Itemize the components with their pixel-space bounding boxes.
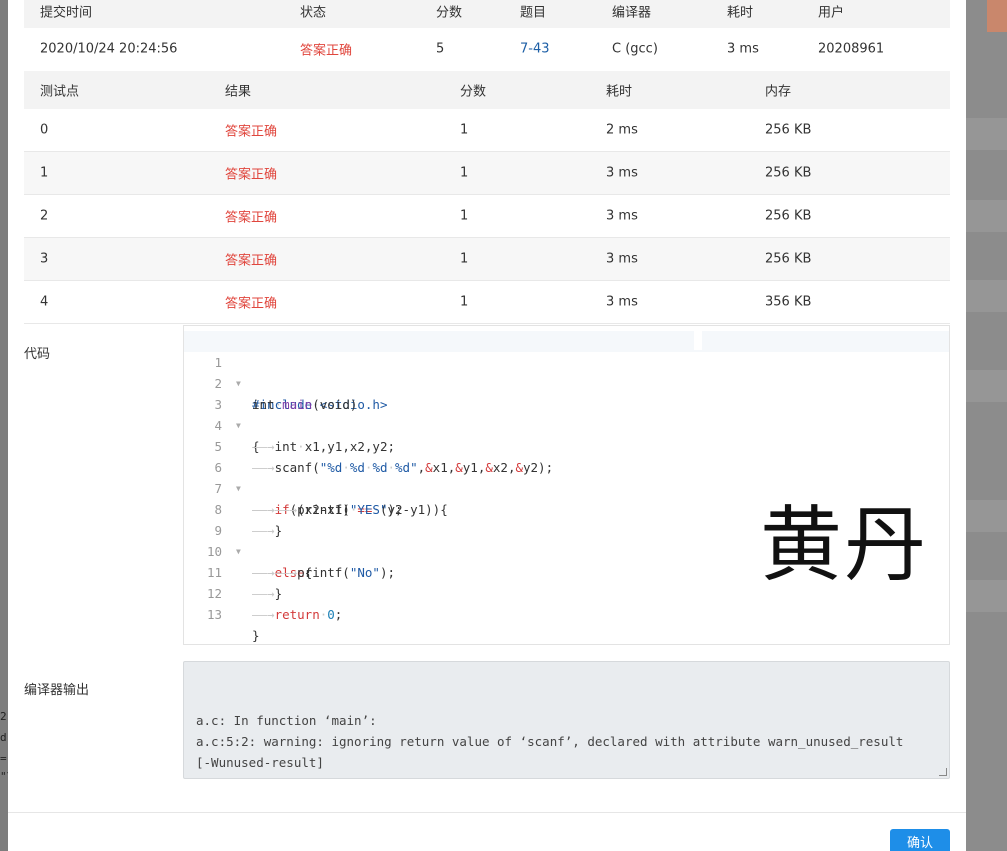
submission-score: 5 — [436, 41, 445, 57]
code-line: 1 ▼ #include·<stdio.h> — [184, 331, 944, 412]
background-fragment: = — [0, 752, 7, 765]
testcase-result: 答案正确 — [225, 124, 278, 140]
testcase-id: 1 — [40, 165, 49, 181]
col-header-memory: 内存 — [765, 84, 792, 100]
testcase-result: 答案正确 — [225, 296, 278, 312]
table-row: 2 答案正确 1 3 ms 256 KB — [24, 195, 950, 238]
col-header-time: 提交时间 — [40, 5, 93, 21]
status-accepted: 答案正确 — [300, 43, 353, 59]
table-row: 3 答案正确 1 3 ms 256 KB — [24, 238, 950, 281]
testcase-result: 答案正确 — [225, 167, 278, 183]
testcase-id: 3 — [40, 251, 49, 267]
testcase-time: 3 ms — [606, 165, 638, 181]
col-header-user: 用户 — [818, 5, 845, 21]
col-header-elapsed: 耗时 — [727, 5, 754, 21]
testcase-score: 1 — [460, 294, 469, 310]
testcase-score: 1 — [460, 208, 469, 224]
resize-handle-icon[interactable] — [939, 768, 947, 776]
handwritten-name-watermark: 黄丹 — [760, 498, 929, 593]
testcase-id: 0 — [40, 122, 49, 138]
testcase-id: 4 — [40, 294, 49, 310]
testcase-score: 1 — [460, 165, 469, 181]
table-row: 4 答案正确 1 3 ms 356 KB — [24, 281, 950, 324]
testcase-time: 2 ms — [606, 122, 638, 138]
col-header-tc-score: 分数 — [460, 84, 487, 100]
table-row: 0 答案正确 1 2 ms 256 KB — [24, 109, 950, 152]
testcase-score: 1 — [460, 251, 469, 267]
compiler-output-label: 编译器输出 — [24, 683, 90, 698]
submission-detail-modal: 提交时间 状态 分数 题目 编译器 耗时 用户 2020/10/24 20:24… — [8, 0, 966, 851]
submit-time: 2020/10/24 20:24:56 — [40, 41, 178, 57]
compiler-output-text: a.c: In function ‘main’: a.c:5:2: warnin… — [196, 713, 904, 778]
table-row: 1 答案正确 1 3 ms 256 KB — [24, 152, 950, 195]
testcase-memory: 256 KB — [765, 122, 812, 138]
background-page-right — [965, 0, 1007, 851]
col-header-tc-time: 耗时 — [606, 84, 633, 100]
background-accent — [987, 0, 1007, 32]
line-number: 13 — [206, 607, 222, 622]
testcase-table-header: 测试点 结果 分数 耗时 内存 — [24, 71, 950, 109]
testcase-score: 1 — [460, 122, 469, 138]
footer-divider — [8, 812, 966, 813]
submission-table-header: 提交时间 状态 分数 题目 编译器 耗时 用户 — [24, 0, 950, 28]
testcase-memory: 256 KB — [765, 251, 812, 267]
testcase-result: 答案正确 — [225, 253, 278, 269]
problem-link[interactable]: 7-43 — [520, 42, 550, 57]
code-line: 7 ——→——→printf("YES"); — [184, 457, 944, 517]
code-line: 5 ——→scanf("%d·%d·%d·%d",&x1,&y1,&x2,&y2… — [184, 415, 944, 475]
col-header-score: 分数 — [436, 5, 463, 21]
testcase-memory: 256 KB — [765, 208, 812, 224]
code-label: 代码 — [24, 347, 51, 362]
code-line: 6 ▼ ——→if((x2-x1)·==·(y2-y1)){ — [184, 436, 944, 517]
compiler-output-textarea[interactable]: a.c: In function ‘main’: a.c:5:2: warnin… — [183, 661, 950, 779]
testcase-time: 3 ms — [606, 208, 638, 224]
background-fragment: 2 — [0, 710, 7, 723]
testcase-id: 2 — [40, 208, 49, 224]
testcase-memory: 256 KB — [765, 165, 812, 181]
testcase-result: 答案正确 — [225, 210, 278, 226]
col-header-problem: 题目 — [520, 5, 547, 21]
testcase-time: 3 ms — [606, 251, 638, 267]
code-line: 2 int·main(void) — [184, 352, 944, 412]
submission-row: 2020/10/24 20:24:56 答案正确 5 7-43 C (gcc) … — [24, 28, 950, 70]
col-header-result: 结果 — [225, 84, 252, 100]
col-header-status: 状态 — [300, 5, 327, 21]
background-fragment: d — [0, 731, 7, 744]
user-id: 20208961 — [818, 41, 885, 57]
col-header-testcase: 测试点 — [40, 84, 80, 100]
testcase-memory: 356 KB — [765, 294, 812, 310]
elapsed-time: 3 ms — [727, 41, 759, 57]
code-line: 3 ▼ { — [184, 373, 944, 454]
testcase-time: 3 ms — [606, 294, 638, 310]
confirm-button[interactable]: 确认 — [890, 829, 950, 851]
code-line: 4 ——→int·x1,y1,x2,y2; — [184, 394, 944, 454]
col-header-compiler: 编译器 — [612, 5, 652, 21]
compiler-name: C (gcc) — [612, 41, 658, 57]
